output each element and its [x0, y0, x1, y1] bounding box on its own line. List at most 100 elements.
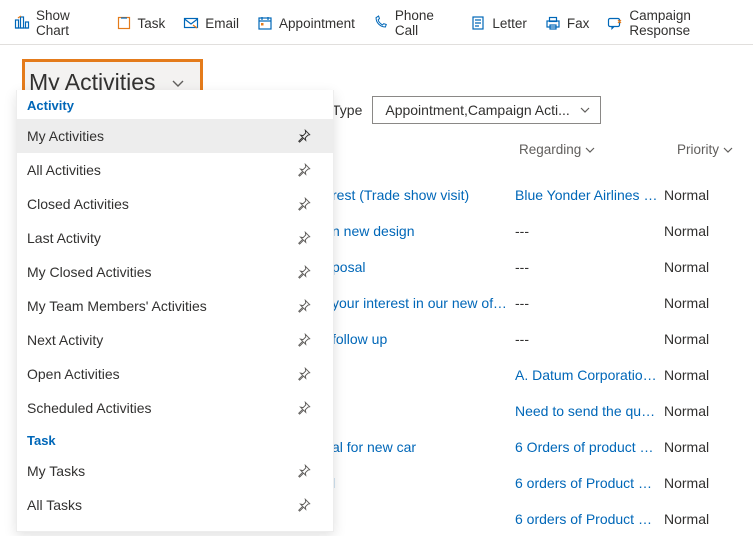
- toolbar-label: Show Chart: [36, 8, 98, 38]
- dropdown-item[interactable]: All Tasks: [17, 488, 333, 522]
- cell-priority: Normal: [664, 223, 724, 239]
- chart-icon: [14, 15, 30, 31]
- pin-icon: [297, 401, 311, 415]
- table-row[interactable]: Need to send the quotatiNormal: [332, 392, 741, 428]
- cell-regarding[interactable]: ---: [515, 259, 664, 275]
- letter-icon: [470, 15, 486, 31]
- cell-priority: Normal: [664, 331, 724, 347]
- dropdown-item-label: Last Activity: [27, 230, 101, 246]
- table-row[interactable]: n new design---Normal: [332, 212, 741, 248]
- cell-regarding[interactable]: Blue Yonder Airlines (sam: [515, 187, 664, 203]
- pin-icon: [297, 464, 311, 478]
- cell-subject[interactable]: al for new car: [332, 439, 515, 455]
- fax-button[interactable]: Fax: [545, 15, 590, 31]
- table-row[interactable]: l6 orders of Product SKU .Normal: [332, 464, 741, 500]
- table-row[interactable]: follow up---Normal: [332, 320, 741, 356]
- pin-icon: [297, 333, 311, 347]
- dropdown-item-label: Next Activity: [27, 332, 103, 348]
- dropdown-item-label: My Activities: [27, 128, 104, 144]
- letter-button[interactable]: Letter: [470, 15, 527, 31]
- email-button[interactable]: Email: [183, 15, 239, 31]
- dropdown-item-label: My Tasks: [27, 463, 85, 479]
- dropdown-item-label: My Closed Activities: [27, 264, 151, 280]
- table-row[interactable]: rest (Trade show visit)Blue Yonder Airli…: [332, 176, 741, 212]
- cell-priority: Normal: [664, 475, 724, 491]
- dropdown-item[interactable]: Next Activity: [17, 323, 333, 357]
- dropdown-item-label: Closed Activities: [27, 196, 129, 212]
- chevron-down-icon: [580, 105, 590, 115]
- column-header-priority[interactable]: Priority: [677, 142, 733, 157]
- dropdown-item[interactable]: Scheduled Activities: [17, 391, 333, 425]
- email-icon: [183, 15, 199, 31]
- type-filter-label: Type: [332, 102, 362, 118]
- toolbar-label: Task: [138, 16, 166, 31]
- cell-regarding[interactable]: ---: [515, 223, 664, 239]
- toolbar-label: Fax: [567, 16, 590, 31]
- toolbar-label: Campaign Response: [629, 8, 741, 38]
- dropdown-item-label: Open Activities: [27, 366, 120, 382]
- dropdown-item[interactable]: My Activities: [17, 119, 333, 153]
- cell-regarding[interactable]: ---: [515, 295, 664, 311]
- dropdown-item-label: All Tasks: [27, 497, 82, 513]
- dropdown-item[interactable]: Last Activity: [17, 221, 333, 255]
- chevron-down-icon: [585, 145, 595, 155]
- campaign-icon: [607, 15, 623, 31]
- phone-call-button[interactable]: Phone Call: [373, 8, 452, 38]
- calendar-icon: [257, 15, 273, 31]
- table-row[interactable]: posal---Normal: [332, 248, 741, 284]
- task-icon: [116, 15, 132, 31]
- cell-regarding[interactable]: Need to send the quotati: [515, 403, 664, 419]
- pin-icon: [297, 299, 311, 313]
- cell-priority: Normal: [664, 295, 724, 311]
- type-filter-value: Appointment,Campaign Acti...: [385, 102, 569, 118]
- grid-body: rest (Trade show visit)Blue Yonder Airli…: [332, 176, 741, 536]
- cell-priority: Normal: [664, 511, 724, 527]
- dropdown-item[interactable]: Open Activities: [17, 357, 333, 391]
- pin-icon: [297, 163, 311, 177]
- cell-regarding[interactable]: 6 orders of Product SKU .: [515, 511, 664, 527]
- campaign-response-button[interactable]: Campaign Response: [607, 8, 741, 38]
- cell-regarding[interactable]: 6 orders of Product SKU .: [515, 475, 664, 491]
- cell-subject[interactable]: follow up: [332, 331, 515, 347]
- table-row[interactable]: your interest in our new offerings---Nor…: [332, 284, 741, 320]
- show-chart-button[interactable]: Show Chart: [14, 8, 98, 38]
- cell-subject[interactable]: your interest in our new offerings: [332, 295, 515, 311]
- toolbar-label: Phone Call: [395, 8, 452, 38]
- task-button[interactable]: Task: [116, 15, 166, 31]
- dropdown-item[interactable]: My Team Members' Activities: [17, 289, 333, 323]
- type-filter-select[interactable]: Appointment,Campaign Acti...: [372, 96, 600, 124]
- cell-priority: Normal: [664, 259, 724, 275]
- dropdown-item[interactable]: My Tasks: [17, 454, 333, 488]
- dropdown-item[interactable]: My Closed Activities: [17, 255, 333, 289]
- pin-icon: [297, 498, 311, 512]
- dropdown-item[interactable]: Closed Activities: [17, 187, 333, 221]
- toolbar-label: Email: [205, 16, 239, 31]
- table-row[interactable]: al for new car6 Orders of product sku JN…: [332, 428, 741, 464]
- cell-regarding[interactable]: 6 Orders of product sku J: [515, 439, 664, 455]
- cell-priority: Normal: [664, 439, 724, 455]
- fax-icon: [545, 15, 561, 31]
- view-dropdown-scroll[interactable]: ActivityMy ActivitiesAll ActivitiesClose…: [17, 90, 333, 531]
- column-header-label: Priority: [677, 142, 719, 157]
- cell-subject[interactable]: posal: [332, 259, 515, 275]
- phone-icon: [373, 15, 389, 31]
- appointment-button[interactable]: Appointment: [257, 15, 355, 31]
- table-row[interactable]: A. Datum Corporation (saNormal: [332, 356, 741, 392]
- toolbar-label: Appointment: [279, 16, 355, 31]
- pin-icon: [297, 231, 311, 245]
- cell-regarding[interactable]: A. Datum Corporation (sa: [515, 367, 664, 383]
- dropdown-item[interactable]: All Activities: [17, 153, 333, 187]
- pin-icon: [297, 129, 311, 143]
- cell-subject[interactable]: n new design: [332, 223, 515, 239]
- cell-priority: Normal: [664, 367, 724, 383]
- chevron-down-icon: [723, 145, 733, 155]
- command-bar: Show Chart Task Email Appointment Phone …: [0, 0, 753, 45]
- column-header-regarding[interactable]: Regarding: [519, 142, 595, 157]
- cell-subject[interactable]: l: [332, 475, 515, 491]
- table-row[interactable]: 6 orders of Product SKU .Normal: [332, 500, 741, 536]
- dropdown-section-header: Task: [17, 425, 333, 454]
- cell-priority: Normal: [664, 403, 724, 419]
- cell-subject[interactable]: rest (Trade show visit): [332, 187, 515, 203]
- cell-regarding[interactable]: ---: [515, 331, 664, 347]
- pin-icon: [297, 265, 311, 279]
